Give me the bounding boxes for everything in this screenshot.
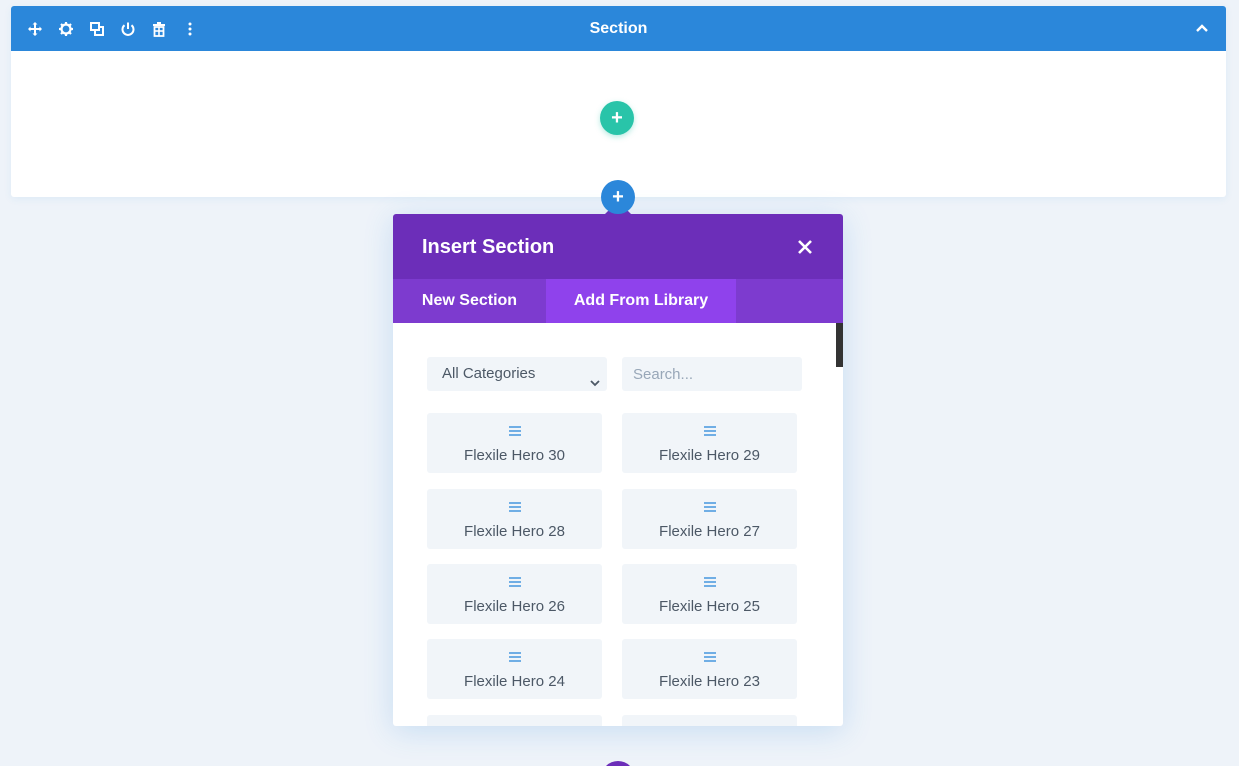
library-item[interactable]: Flexile Hero 24 <box>427 639 602 699</box>
add-section-button[interactable]: + <box>601 180 635 214</box>
library-item-label: Flexile Hero 29 <box>659 447 760 464</box>
section-title: Section <box>589 20 648 37</box>
menu-icon <box>427 426 602 440</box>
library-item[interactable]: Flexile Hero 23 <box>622 639 797 699</box>
library-item[interactable]: Flexile Hero 26 <box>427 564 602 624</box>
search-input[interactable] <box>622 357 802 391</box>
menu-icon <box>622 426 797 440</box>
library-item-label: Flexile Hero 23 <box>659 673 760 690</box>
modal-body: All Categories Flexile Hero 30 Flexile H… <box>393 323 843 726</box>
insert-section-modal: Insert Section New Section Add From Libr… <box>393 214 843 726</box>
chevron-down-icon <box>589 368 601 387</box>
section-container: Section + <box>11 6 1226 197</box>
library-item[interactable]: Flexile Hero 29 <box>622 413 797 473</box>
library-item-label: Flexile Hero 30 <box>464 447 565 464</box>
library-item-label: Flexile Hero 28 <box>464 523 565 540</box>
tab-add-from-library[interactable]: Add From Library <box>546 279 736 323</box>
modal-header: Insert Section <box>393 214 843 279</box>
add-row-button[interactable]: + <box>600 101 634 135</box>
plus-icon: + <box>612 186 624 208</box>
menu-icon <box>427 652 602 666</box>
library-item-label: Flexile Hero 26 <box>464 598 565 615</box>
library-item-label: Flexile Hero 24 <box>464 673 565 690</box>
modal-title: Insert Section <box>422 236 555 258</box>
library-item[interactable]: Flexile Hero 28 <box>427 489 602 549</box>
library-item[interactable]: Flexile Hero 30 <box>427 413 602 473</box>
tab-new-section[interactable]: New Section <box>393 279 546 323</box>
library-item[interactable] <box>427 715 602 726</box>
chevron-up-icon[interactable] <box>1192 18 1212 38</box>
scrollbar[interactable] <box>836 323 843 367</box>
close-icon[interactable] <box>795 237 815 257</box>
library-item-label: Flexile Hero 27 <box>659 523 760 540</box>
menu-icon <box>427 502 602 516</box>
library-item[interactable]: Flexile Hero 25 <box>622 564 797 624</box>
add-layout-button[interactable] <box>601 761 635 766</box>
library-item-label: Flexile Hero 25 <box>659 598 760 615</box>
category-select-value: All Categories <box>442 365 536 382</box>
plus-icon: + <box>611 107 623 129</box>
library-item[interactable]: Flexile Hero 27 <box>622 489 797 549</box>
menu-icon <box>622 502 797 516</box>
menu-icon <box>622 652 797 666</box>
section-toolbar: Section <box>11 6 1226 51</box>
menu-icon <box>427 577 602 591</box>
menu-icon <box>622 577 797 591</box>
modal-tabs: New Section Add From Library <box>393 279 843 323</box>
category-select[interactable]: All Categories <box>427 357 607 391</box>
library-item[interactable] <box>622 715 797 726</box>
